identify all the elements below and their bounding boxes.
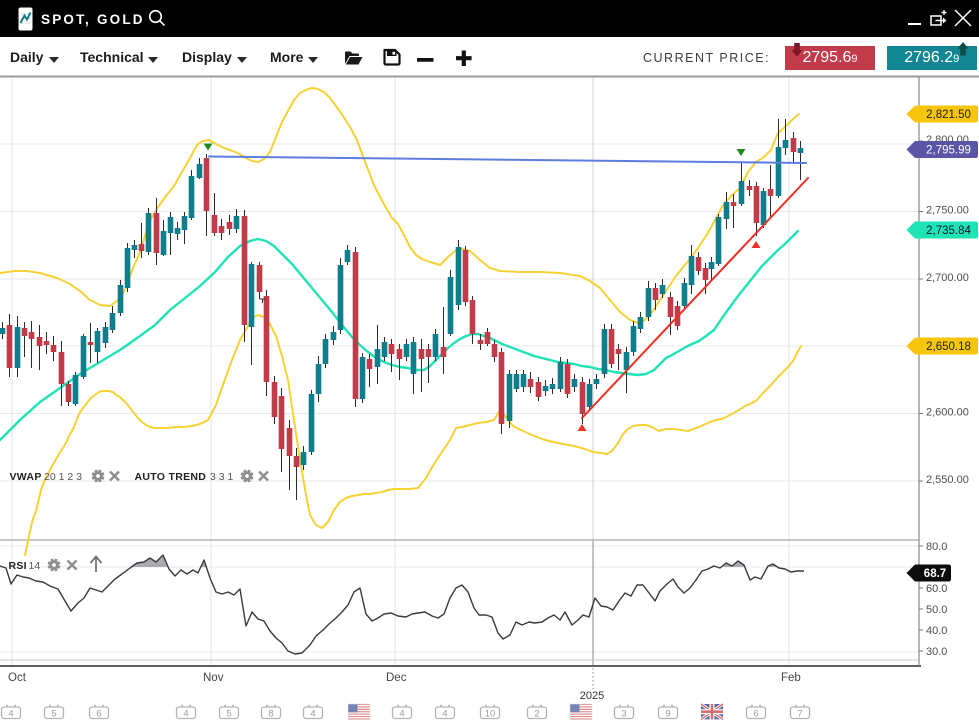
svg-text:2: 2: [534, 709, 539, 720]
svg-text:80.0: 80.0: [926, 541, 947, 553]
svg-text:4: 4: [399, 709, 404, 720]
svg-text:3 3 1: 3 3 1: [210, 471, 234, 483]
svg-text:4: 4: [183, 709, 188, 720]
svg-text:2,550.00: 2,550.00: [926, 474, 969, 486]
svg-text:2025: 2025: [580, 690, 604, 702]
svg-text:8: 8: [268, 709, 273, 720]
svg-text:4: 4: [8, 709, 13, 720]
svg-text:40.0: 40.0: [926, 625, 947, 637]
svg-text:RSI: RSI: [9, 560, 27, 572]
svg-text:7: 7: [797, 709, 802, 720]
svg-text:2,650.18: 2,650.18: [926, 341, 971, 353]
svg-text:2,821.50: 2,821.50: [926, 109, 971, 121]
svg-text:2,700.00: 2,700.00: [926, 272, 969, 284]
svg-text:Dec: Dec: [386, 672, 407, 684]
svg-text:6: 6: [96, 709, 101, 720]
svg-text:2,750.00: 2,750.00: [926, 205, 969, 217]
svg-text:5: 5: [51, 709, 56, 720]
svg-text:60.0: 60.0: [926, 583, 947, 595]
svg-text:Feb: Feb: [781, 672, 801, 684]
svg-text:20 1 2 3: 20 1 2 3: [44, 471, 82, 483]
svg-text:2,600.00: 2,600.00: [926, 407, 969, 419]
svg-text:3: 3: [621, 709, 626, 720]
svg-text:6: 6: [753, 709, 758, 720]
svg-text:2,735.84: 2,735.84: [926, 225, 971, 237]
svg-text:4: 4: [442, 709, 447, 720]
svg-text:AUTO TREND: AUTO TREND: [135, 471, 207, 483]
svg-text:50.0: 50.0: [926, 604, 947, 616]
svg-text:30.0: 30.0: [926, 646, 947, 658]
svg-text:5: 5: [226, 709, 231, 720]
svg-text:4: 4: [310, 709, 315, 720]
svg-text:Nov: Nov: [203, 672, 224, 684]
svg-text:10: 10: [485, 709, 496, 720]
svg-text:VWAP: VWAP: [10, 471, 42, 483]
svg-text:Oct: Oct: [8, 672, 27, 684]
svg-text:68.7: 68.7: [924, 568, 946, 580]
svg-text:14: 14: [29, 560, 41, 572]
svg-text:2,795.99: 2,795.99: [926, 145, 971, 157]
svg-text:9: 9: [665, 709, 670, 720]
